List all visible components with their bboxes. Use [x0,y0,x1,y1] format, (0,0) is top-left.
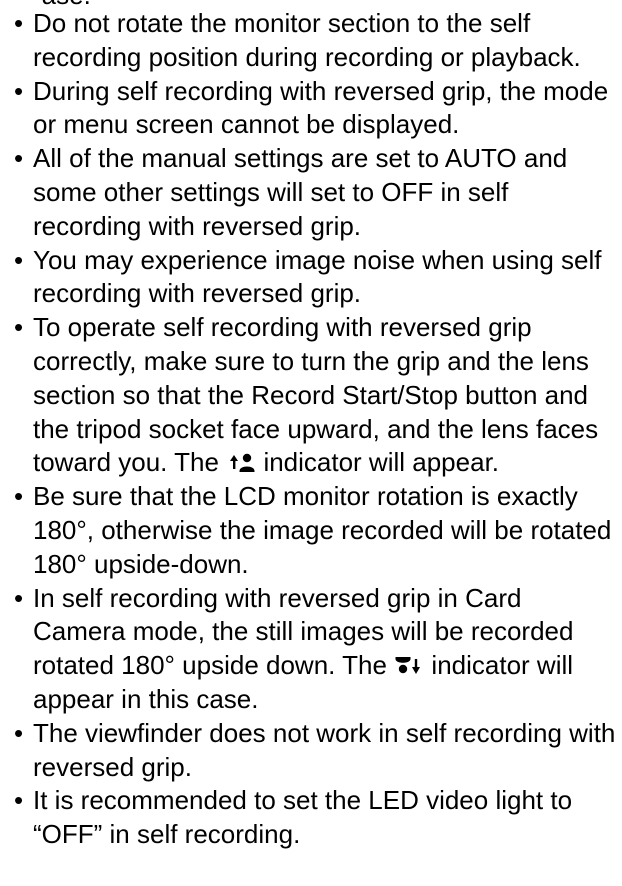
bullet: • [14,785,24,816]
list-item: • It is recommended to set the LED video… [0,784,622,852]
bullet: • [14,75,24,106]
bullet: • [14,143,24,174]
note-text: You may experience image noise when usin… [33,244,602,309]
list-item: • The viewfinder does not work in self r… [0,717,622,785]
upside-down-person-down-arrow-icon [395,657,421,675]
list-item: • Do not rotate the monitor section to t… [0,7,622,75]
list-item: • You may experience image noise when us… [0,244,622,312]
note-text-after-icon: indicator will appear. [263,447,500,478]
manual-page: -ase. • Do not rotate the monitor sectio… [0,0,622,886]
note-text: Be sure that the LCD monitor rotation is… [33,481,612,579]
bullet: • [14,717,24,748]
note-text: Do not rotate the monitor section to the… [33,8,581,72]
list-item: • All of the manual settings are set to … [0,142,622,243]
bullet: • [14,244,24,275]
bullet: • [14,312,24,343]
bullet: • [14,582,24,613]
note-text: It is recommended to set the LED video l… [33,785,573,850]
note-text: During self recording with reversed grip… [33,75,609,140]
note-text: All of the manual settings are set to AU… [33,143,568,241]
bullet: • [14,481,24,512]
list-item: • To operate self recording with reverse… [0,311,622,480]
list-item: • In self recording with reversed grip i… [0,582,622,717]
self-recording-person-up-arrow-icon [230,454,255,473]
list-item: • During self recording with reversed gr… [0,75,622,143]
list-item: • Be sure that the LCD monitor rotation … [0,480,622,581]
notes-list: • Do not rotate the monitor section to t… [0,7,622,852]
bullet: • [14,8,24,38]
note-text: The viewfinder does not work in self rec… [33,717,616,782]
